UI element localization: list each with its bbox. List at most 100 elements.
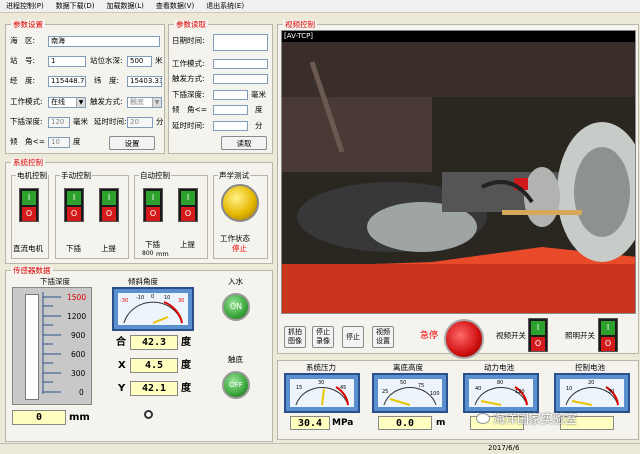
read-trigger-label: 触发方式: bbox=[172, 74, 205, 83]
estop-button[interactable] bbox=[444, 319, 484, 359]
bottom-state: OFF bbox=[229, 381, 243, 389]
stop-button[interactable]: 停止 bbox=[342, 326, 364, 348]
trigger-label: 触发方式: bbox=[90, 97, 123, 106]
auto-depth-unit: mm bbox=[156, 250, 169, 258]
lat-label: 纬 度: bbox=[94, 76, 120, 85]
manual-control-group: 手动控制 IO IO 下插 上提 bbox=[55, 171, 129, 259]
lon-label: 经 度: bbox=[10, 76, 36, 85]
read-depth-unit: 毫米 bbox=[251, 90, 266, 99]
motor-caption: 直流电机 bbox=[13, 244, 43, 253]
lon-input[interactable]: 115448.76 bbox=[48, 76, 86, 87]
read-tilt-label: 倾 角<= bbox=[172, 105, 208, 114]
motor-switch[interactable]: IO bbox=[19, 188, 39, 222]
mode-label: 工作模式: bbox=[10, 97, 43, 106]
station-input[interactable]: 1 bbox=[48, 56, 86, 67]
auto-control-group: 自动控制 IO IO 下插 上提 800 mm bbox=[134, 171, 208, 259]
set-button[interactable]: 设置 bbox=[109, 136, 155, 150]
gauge-control-battery: 10 20 30 bbox=[554, 373, 630, 413]
tilt-input[interactable]: 10 bbox=[48, 137, 70, 148]
menu-load[interactable]: 加载数据(L) bbox=[107, 1, 144, 11]
water-indicator: ON bbox=[222, 293, 250, 321]
read-delay-unit: 分 bbox=[255, 121, 263, 130]
manual-down-switch[interactable]: IO bbox=[64, 188, 84, 222]
depth-tick-900: 900 bbox=[71, 331, 86, 340]
system-control-title: 系统控制 bbox=[11, 158, 45, 168]
delay-input[interactable]: 20 bbox=[127, 117, 153, 128]
delay-label: 延时时间: bbox=[94, 117, 127, 126]
radio-dot[interactable] bbox=[144, 410, 153, 419]
y-value: 42.1 bbox=[130, 381, 178, 396]
sea-area-input[interactable]: 南海 bbox=[48, 36, 160, 47]
gauge-pressure-value: 30.4 bbox=[290, 416, 330, 430]
water-state: ON bbox=[229, 302, 243, 311]
param-read-group: 参数读取 日期时间: 工作模式: 触发方式: 下插深度: 毫米 倾 角<= 度 … bbox=[168, 20, 273, 154]
insert-depth-label: 下插深度: bbox=[10, 117, 43, 126]
auto-up-switch[interactable]: IO bbox=[178, 188, 198, 222]
tilt-gauge: -30 -10 0 10 30 bbox=[112, 287, 194, 331]
video-settings-button[interactable]: 视频 设置 bbox=[372, 326, 394, 348]
depth-value: 0 bbox=[12, 410, 66, 425]
read-button[interactable]: 读取 bbox=[221, 136, 267, 150]
x-unit: 度 bbox=[181, 360, 191, 371]
light-switch[interactable]: IO bbox=[598, 318, 618, 352]
y-unit: 度 bbox=[181, 383, 191, 394]
menu-exit[interactable]: 退出系统(E) bbox=[206, 1, 244, 11]
menu-bar: 进程控制(P) 数据下载(D) 加载数据(L) 查看数据(V) 退出系统(E) bbox=[0, 0, 640, 13]
gauge-pressure-title: 系统压力 bbox=[306, 363, 336, 372]
combined-unit: 度 bbox=[181, 337, 191, 348]
read-tilt-unit: 度 bbox=[255, 105, 263, 114]
combined-value: 42.3 bbox=[130, 335, 178, 350]
stop-record-button[interactable]: 停止 录像 bbox=[312, 326, 334, 348]
chevron-down-icon: ▼ bbox=[152, 98, 161, 107]
sea-area-label: 海 区: bbox=[10, 36, 36, 45]
depth-gauge-title: 下插深度 bbox=[40, 277, 70, 286]
acoustic-group: 声学测试 工作状态 停止 bbox=[213, 171, 268, 259]
mode-select[interactable]: 在线 ▼ bbox=[48, 97, 86, 108]
read-trigger-field bbox=[213, 74, 268, 84]
menu-download[interactable]: 数据下载(D) bbox=[56, 1, 95, 11]
acoustic-indicator bbox=[221, 184, 259, 222]
gauge-control-battery-title: 控制电池 bbox=[575, 363, 605, 372]
auto-depth-input[interactable]: 800 bbox=[140, 250, 155, 259]
acoustic-title: 声学测试 bbox=[218, 171, 250, 181]
capture-button[interactable]: 抓拍 图像 bbox=[284, 326, 306, 348]
depth-gauge: 1500 1200 900 600 300 0 bbox=[12, 287, 92, 405]
depth-tick-1500: 1500 bbox=[67, 293, 87, 302]
menu-process[interactable]: 进程控制(P) bbox=[6, 1, 44, 11]
mode-value: 在线 bbox=[51, 98, 65, 106]
menu-view[interactable]: 查看数据(V) bbox=[156, 1, 194, 11]
lat-input[interactable]: 15403.335 bbox=[127, 76, 162, 87]
water-title: 入水 bbox=[228, 277, 243, 286]
insert-depth-input[interactable]: 120 bbox=[48, 117, 70, 128]
depth-input[interactable]: 500 bbox=[127, 56, 152, 67]
sensor-data-group: 传感器数据 下插深度 1500 1200 900 600 300 0 0 mm … bbox=[5, 266, 273, 442]
read-depth-field bbox=[213, 90, 248, 100]
gauge-height-unit: m bbox=[436, 418, 446, 428]
depth-value-unit: mm bbox=[69, 412, 90, 423]
video-switch-label: 视频开关 bbox=[496, 331, 526, 340]
tilt-gauge-title: 倾斜角度 bbox=[128, 277, 158, 286]
param-set-group: 参数设置 海 区: 南海 站 号: 1 站位水深: 500 米 经 度: 115… bbox=[5, 20, 165, 154]
status-date: 2017/6/6 bbox=[488, 444, 520, 452]
manual-up-switch[interactable]: IO bbox=[99, 188, 119, 222]
video-feed[interactable]: [AV-TCP] bbox=[281, 30, 636, 314]
read-delay-label: 延时时间: bbox=[172, 121, 205, 130]
station-label: 站 号: bbox=[10, 56, 36, 65]
trigger-value: 触底 bbox=[130, 98, 144, 106]
chevron-down-icon: ▼ bbox=[76, 98, 85, 107]
insert-depth-unit: 毫米 bbox=[73, 117, 88, 126]
gauge-height-title: 离底高度 bbox=[393, 363, 423, 372]
light-switch-label: 照明开关 bbox=[565, 331, 595, 340]
sensor-data-title: 传感器数据 bbox=[11, 266, 53, 276]
tilt-unit: 度 bbox=[73, 137, 81, 146]
param-read-title: 参数读取 bbox=[174, 20, 208, 30]
video-switch[interactable]: IO bbox=[528, 318, 548, 352]
gauge-power-battery: 40 80 120 bbox=[463, 373, 539, 413]
read-mode-label: 工作模式: bbox=[172, 59, 205, 68]
bottom-title: 触底 bbox=[228, 355, 243, 364]
acoustic-status: 停止 bbox=[232, 244, 247, 253]
read-date-label: 日期时间: bbox=[172, 36, 205, 45]
video-title: 视频控制 bbox=[283, 20, 317, 30]
auto-down-switch[interactable]: IO bbox=[143, 188, 163, 222]
trigger-select[interactable]: 触底 ▼ bbox=[127, 97, 162, 108]
